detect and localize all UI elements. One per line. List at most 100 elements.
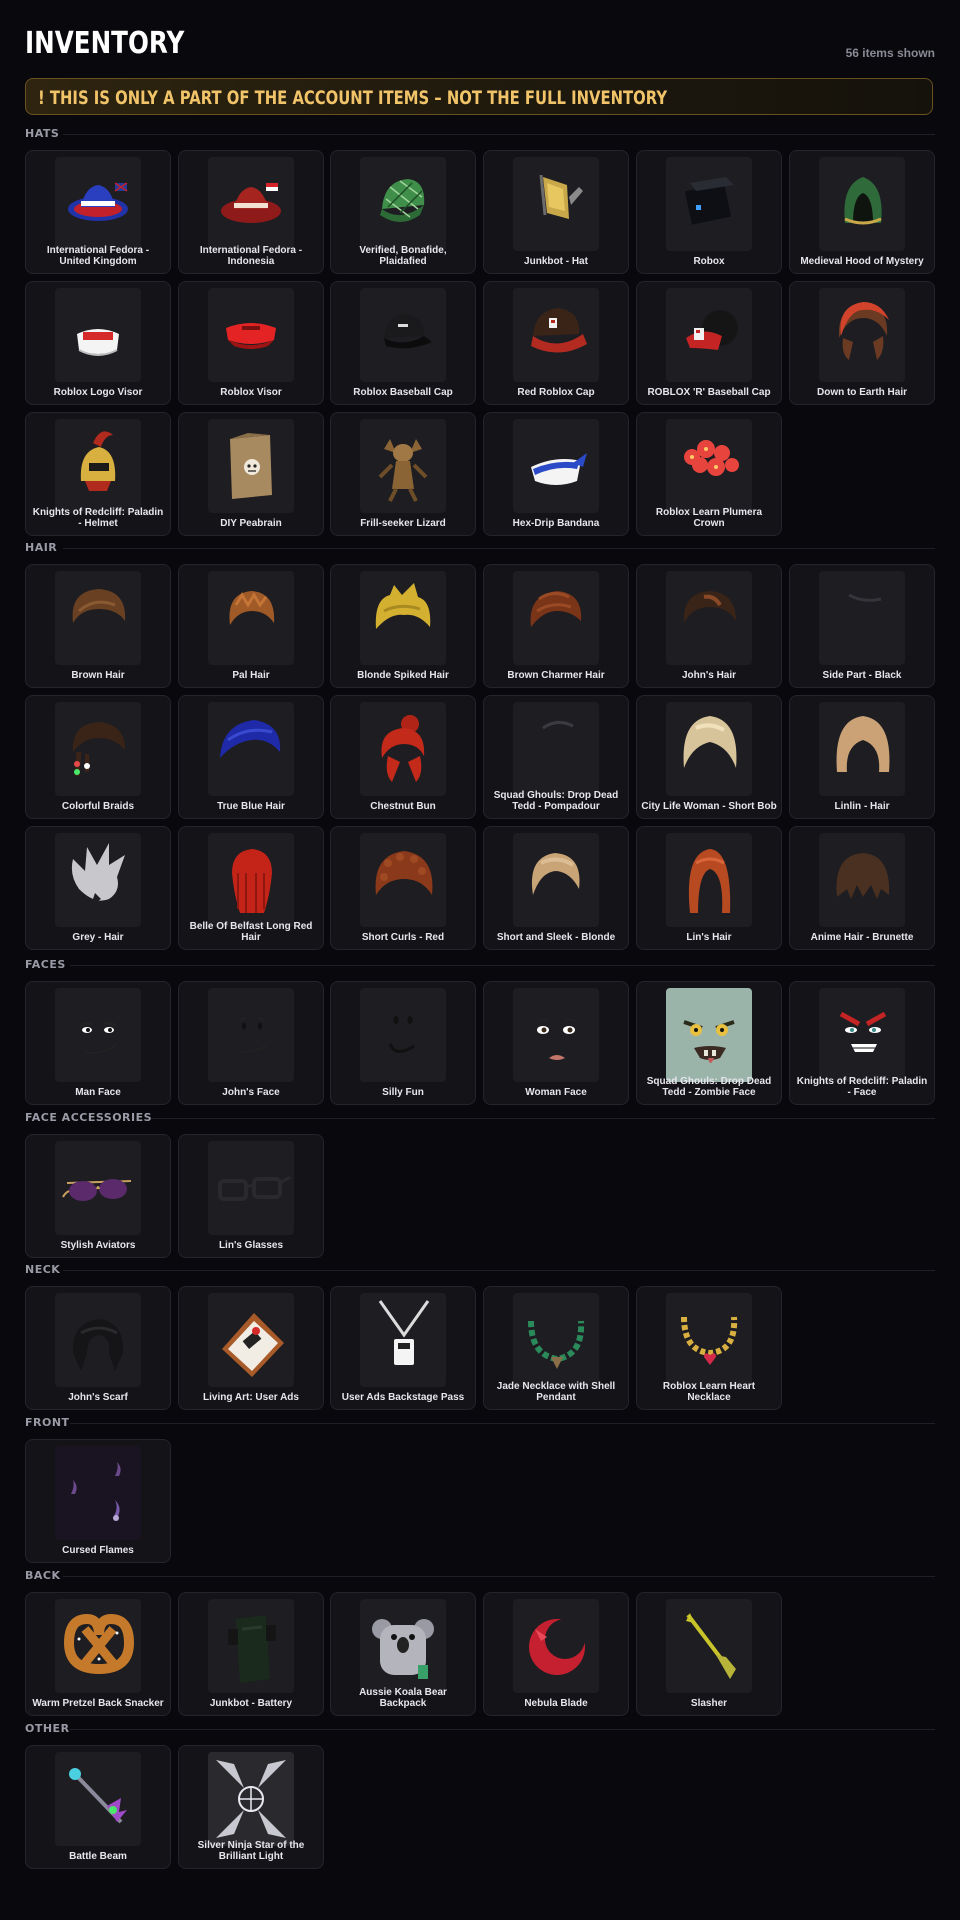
item-card[interactable]: Warm Pretzel Back Snacker (25, 1592, 171, 1716)
item-card[interactable]: Knights of Redcliff: Paladin - Helmet (25, 412, 171, 536)
item-card[interactable]: Colorful Braids (25, 695, 171, 819)
item-name: Battle Beam (69, 1851, 127, 1862)
item-card[interactable]: Woman Face (483, 981, 629, 1105)
item-name: Hex-Drip Bandana (512, 518, 600, 529)
item-name: Roblox Logo Visor (53, 387, 143, 398)
fedora-indonesia-icon (208, 157, 294, 251)
white-visor-icon (55, 288, 141, 382)
section-divider (70, 965, 935, 966)
item-card[interactable]: Roblox Learn Heart Necklace (636, 1286, 782, 1410)
short-bob-icon (666, 702, 752, 796)
item-card[interactable]: Cursed Flames (25, 1439, 171, 1563)
item-card[interactable]: Grey - Hair (25, 826, 171, 950)
item-name: Brown Hair (71, 670, 125, 681)
item-card[interactable]: Man Face (25, 981, 171, 1105)
item-name: Lin's Hair (686, 932, 732, 943)
item-card[interactable]: Brown Charmer Hair (483, 564, 629, 688)
item-card[interactable]: Short Curls - Red (330, 826, 476, 950)
item-card[interactable]: Junkbot - Battery (178, 1592, 324, 1716)
header: INVENTORY 56 items shown (25, 0, 935, 78)
user-ads-frame-icon (208, 1293, 294, 1387)
item-card[interactable]: Verified, Bonafide, Plaidafied (330, 150, 476, 274)
battery-icon (208, 1599, 294, 1693)
item-name: Nebula Blade (524, 1698, 588, 1709)
item-card[interactable]: Hex-Drip Bandana (483, 412, 629, 536)
item-card[interactable]: International Fedora - United Kingdom (25, 150, 171, 274)
item-card[interactable]: Silly Fun (330, 981, 476, 1105)
item-card[interactable]: Silver Ninja Star of the Brilliant Light (178, 1745, 324, 1869)
item-name: Side Part - Black (822, 670, 902, 681)
item-card[interactable]: Chestnut Bun (330, 695, 476, 819)
item-card[interactable]: Frill-seeker Lizard (330, 412, 476, 536)
section-divider (62, 134, 935, 135)
item-card[interactable]: John's Hair (636, 564, 782, 688)
item-card[interactable]: Medieval Hood of Mystery (789, 150, 935, 274)
item-card[interactable]: Down to Earth Hair (789, 281, 935, 405)
item-card[interactable]: Lin's Hair (636, 826, 782, 950)
item-card[interactable]: John's Scarf (25, 1286, 171, 1410)
item-card[interactable]: Roblox Baseball Cap (330, 281, 476, 405)
item-name: True Blue Hair (217, 801, 285, 812)
colorful-braids-icon (55, 702, 141, 796)
item-card[interactable]: Lin's Glasses (178, 1134, 324, 1258)
item-card[interactable]: Squad Ghouls: Drop Dead Tedd - Zombie Fa… (636, 981, 782, 1105)
item-name: International Fedora - United Kingdom (46, 245, 150, 267)
item-card[interactable]: True Blue Hair (178, 695, 324, 819)
section-label-faces: FACES (25, 958, 66, 971)
medieval-hood-icon (819, 157, 905, 251)
item-card[interactable]: International Fedora - Indonesia (178, 150, 324, 274)
item-name: Brown Charmer Hair (507, 670, 605, 681)
jade-necklace-icon (513, 1293, 599, 1387)
item-card[interactable]: Linlin - Hair (789, 695, 935, 819)
item-card[interactable]: User Ads Backstage Pass (330, 1286, 476, 1410)
section-divider (70, 1423, 935, 1424)
item-name: Aussie Koala Bear Backpack (359, 1687, 447, 1709)
item-card[interactable]: Stylish Aviators (25, 1134, 171, 1258)
item-name: Linlin - Hair (834, 801, 890, 812)
item-card[interactable]: Pal Hair (178, 564, 324, 688)
brown-hair-icon (55, 571, 141, 665)
item-name: Anime Hair - Brunette (810, 932, 914, 943)
item-card[interactable]: Aussie Koala Bear Backpack (330, 1592, 476, 1716)
item-card[interactable]: Slasher (636, 1592, 782, 1716)
item-name: Medieval Hood of Mystery (800, 256, 924, 267)
item-name: City Life Woman - Short Bob (641, 801, 777, 812)
item-name: Roblox Visor (220, 387, 282, 398)
item-card[interactable]: Belle Of Belfast Long Red Hair (178, 826, 324, 950)
item-name: Slasher (690, 1698, 728, 1709)
pompadour-icon (513, 702, 599, 796)
item-card[interactable]: Squad Ghouls: Drop Dead Tedd - Pompadour (483, 695, 629, 819)
item-card[interactable]: Short and Sleek - Blonde (483, 826, 629, 950)
item-card[interactable]: DIY Peabrain (178, 412, 324, 536)
item-card[interactable]: Nebula Blade (483, 1592, 629, 1716)
item-card[interactable]: Living Art: User Ads (178, 1286, 324, 1410)
junkbot-hat-icon (513, 157, 599, 251)
item-card[interactable]: ROBLOX 'R' Baseball Cap (636, 281, 782, 405)
item-card[interactable]: Robox (636, 150, 782, 274)
backstage-pass-icon (360, 1293, 446, 1387)
item-card[interactable]: Roblox Learn Plumera Crown (636, 412, 782, 536)
item-card[interactable]: City Life Woman - Short Bob (636, 695, 782, 819)
item-card[interactable]: Red Roblox Cap (483, 281, 629, 405)
blue-hair-icon (208, 702, 294, 796)
down-to-earth-hair-icon (819, 288, 905, 382)
item-card[interactable]: John's Face (178, 981, 324, 1105)
item-card[interactable]: Anime Hair - Brunette (789, 826, 935, 950)
item-card[interactable]: Brown Hair (25, 564, 171, 688)
section-divider (62, 1270, 935, 1271)
item-card[interactable]: Side Part - Black (789, 564, 935, 688)
section-label-neck: NECK (25, 1263, 61, 1276)
item-card[interactable]: Roblox Logo Visor (25, 281, 171, 405)
item-card[interactable]: Jade Necklace with Shell Pendant (483, 1286, 629, 1410)
item-card[interactable]: Roblox Visor (178, 281, 324, 405)
item-card[interactable]: Knights of Redcliff: Paladin - Face (789, 981, 935, 1105)
r-cap-icon (666, 288, 752, 382)
section-label-other: OTHER (25, 1722, 70, 1735)
aviators-icon (55, 1141, 141, 1235)
long-red-hair-icon (208, 833, 294, 927)
item-card[interactable]: Blonde Spiked Hair (330, 564, 476, 688)
item-card[interactable]: Junkbot - Hat (483, 150, 629, 274)
short-curls-icon (360, 833, 446, 927)
item-name: Blonde Spiked Hair (357, 670, 449, 681)
item-card[interactable]: Battle Beam (25, 1745, 171, 1869)
